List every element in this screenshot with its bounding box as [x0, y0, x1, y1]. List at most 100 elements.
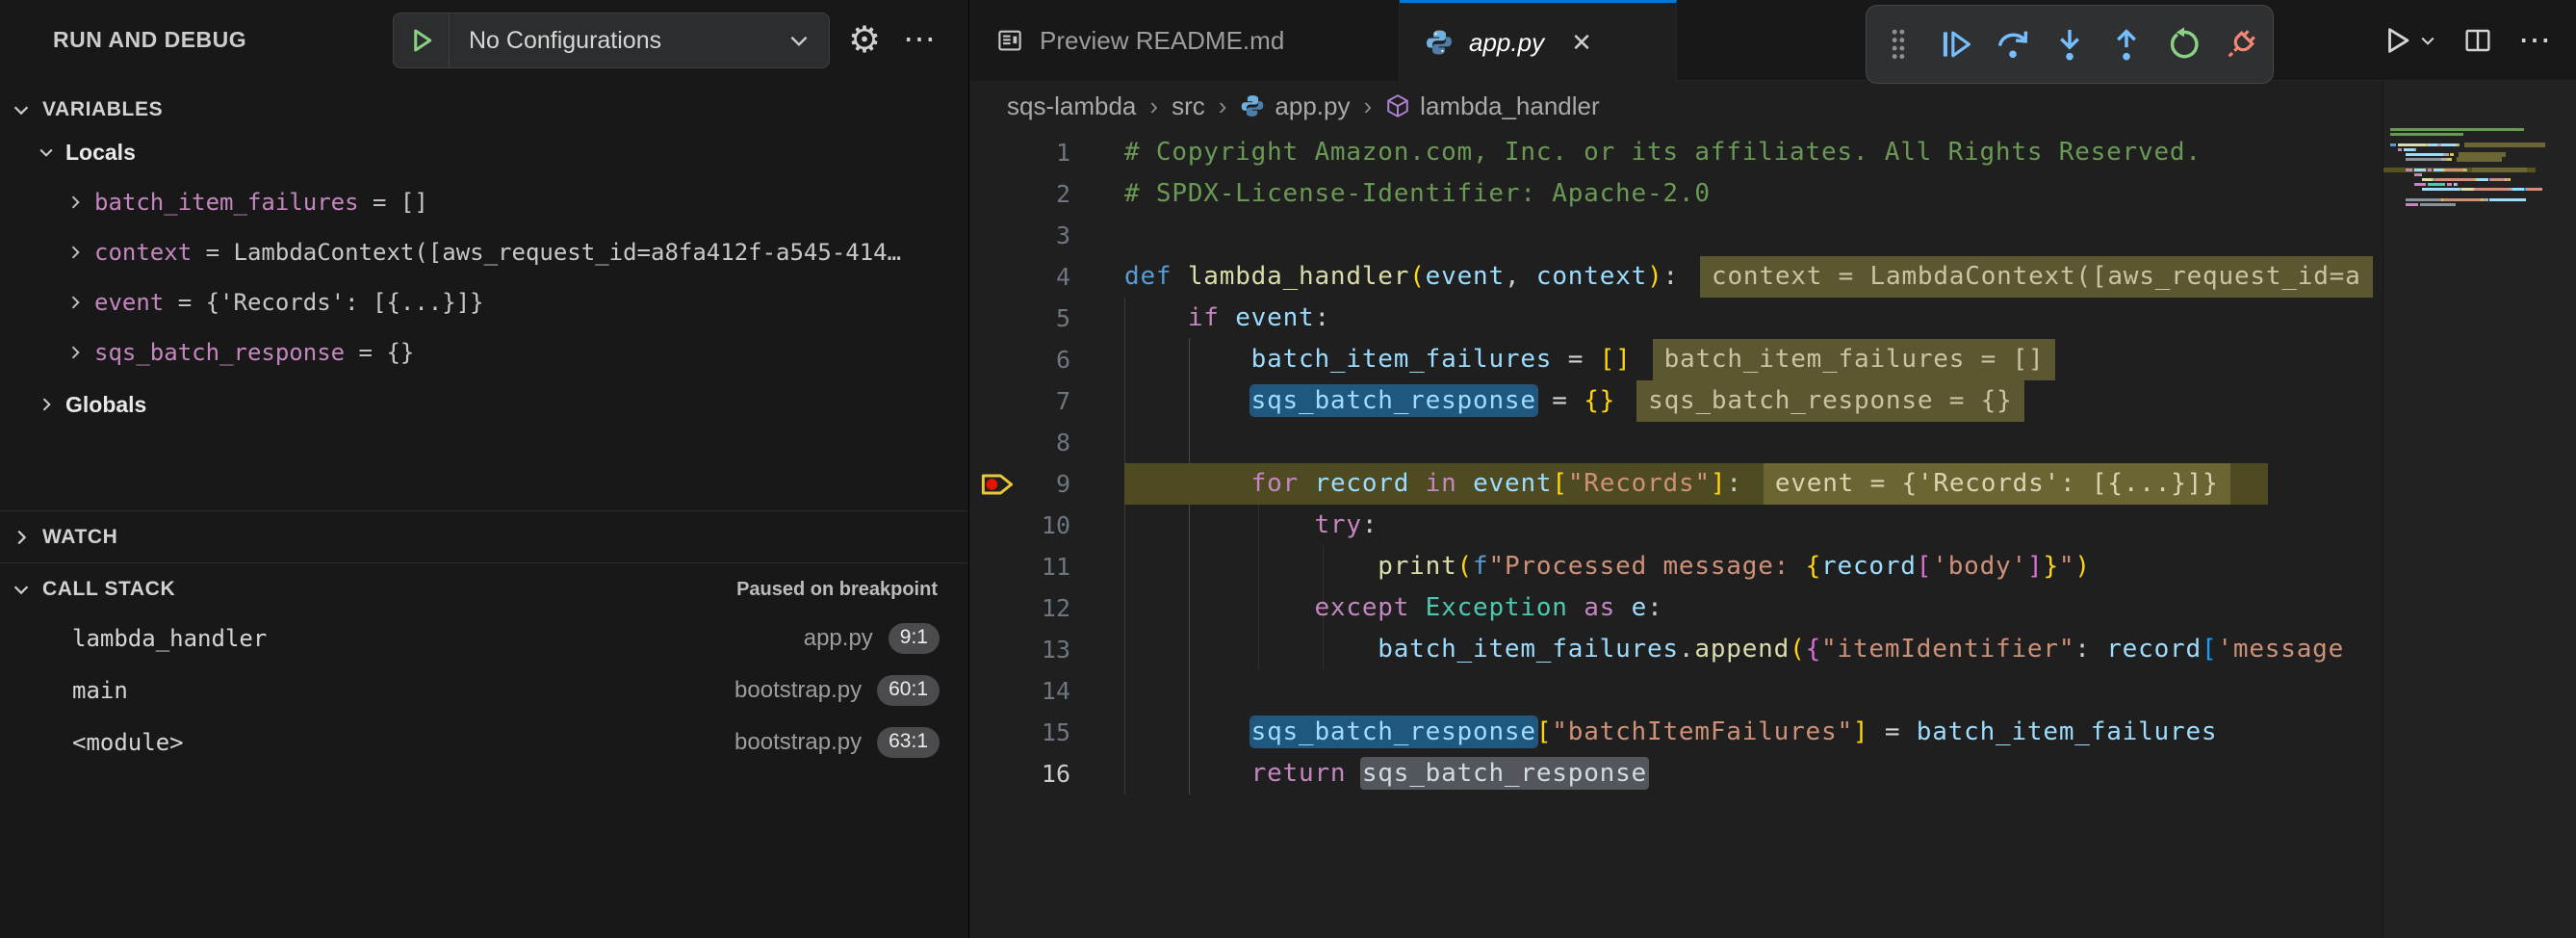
breakpoint-current-icon[interactable]	[976, 463, 1018, 505]
code-editor[interactable]: 1# Copyright Amazon.com, Inc. or its aff…	[970, 131, 2382, 938]
stack-frame-row[interactable]: <module> bootstrap.py 63:1	[0, 718, 968, 767]
inline-debug-value: context = LambdaContext([aws_request_id=…	[1700, 256, 2373, 298]
line-number[interactable]: 11	[970, 546, 1070, 587]
code-line[interactable]: 15 sqs_batch_response["batchItemFailures…	[970, 712, 2382, 753]
symbol-method-icon	[1385, 93, 1410, 118]
stack-frame-row[interactable]: main bootstrap.py 60:1	[0, 666, 968, 715]
code-line[interactable]: 12 except Exception as e:	[970, 587, 2382, 629]
code-line[interactable]: 2# SPDX-License-Identifier: Apache-2.0	[970, 173, 2382, 215]
disconnect-icon[interactable]	[2216, 15, 2266, 73]
line-number[interactable]: 7	[970, 380, 1070, 422]
split-editor-icon[interactable]	[2462, 25, 2493, 56]
variable-row[interactable]: batch_item_failures = []	[0, 179, 968, 225]
watch-section-header[interactable]: WATCH	[0, 518, 968, 557]
code-line[interactable]: 10 try:	[970, 505, 2382, 546]
gripper-icon[interactable]	[1873, 15, 1923, 73]
step-into-icon[interactable]	[2045, 15, 2095, 73]
variable-name: context	[94, 239, 192, 266]
variables-section-header[interactable]: VARIABLES	[0, 91, 968, 129]
code-line[interactable]: 5 if event:	[970, 298, 2382, 339]
code-line-text: sqs_batch_response = {}sqs_batch_respons…	[1124, 380, 2024, 422]
chevron-right-icon[interactable]	[56, 193, 94, 212]
minimap-line	[2383, 203, 2576, 206]
variable-name: event	[94, 289, 164, 316]
line-number[interactable]: 10	[970, 505, 1070, 546]
code-line[interactable]: 1# Copyright Amazon.com, Inc. or its aff…	[970, 132, 2382, 173]
variable-row[interactable]: event = {'Records': [{...}]}	[0, 279, 968, 326]
breadcrumb-folder[interactable]: sqs-lambda	[1007, 91, 1136, 121]
line-number[interactable]: 1	[970, 132, 1070, 173]
line-number[interactable]: 4	[970, 256, 1070, 298]
line-number[interactable]: 3	[970, 215, 1070, 256]
tab-app-py[interactable]: app.py ✕	[1400, 0, 1677, 82]
variable-row[interactable]: context = LambdaContext([aws_request_id=…	[0, 229, 968, 275]
more-actions-icon[interactable]: ⋯	[895, 12, 945, 67]
locals-scope-row[interactable]: Locals	[0, 129, 968, 175]
line-number[interactable]: 15	[970, 712, 1070, 753]
code-line[interactable]: 13 batch_item_failures.append({"itemIden…	[970, 629, 2382, 670]
close-icon[interactable]: ✕	[1571, 28, 1592, 58]
start-debug-icon[interactable]	[394, 13, 450, 67]
minimap-line	[2383, 194, 2576, 196]
paused-status-badge: Paused on breakpoint	[736, 570, 938, 609]
breadcrumb-file[interactable]: app.py	[1275, 91, 1350, 121]
breadcrumb-folder[interactable]: src	[1172, 91, 1205, 121]
line-number[interactable]: 6	[970, 339, 1070, 380]
breadcrumb-separator: ›	[1219, 91, 1227, 121]
step-out-icon[interactable]	[2101, 15, 2151, 73]
minimap-line	[2383, 138, 2576, 141]
code-line[interactable]: 14	[970, 670, 2382, 712]
minimap-line	[2383, 158, 2576, 161]
code-line[interactable]: 11 print(f"Processed message: {record['b…	[970, 546, 2382, 587]
gear-icon[interactable]: ⚙	[839, 12, 889, 67]
run-python-file-icon[interactable]	[2382, 24, 2437, 57]
minimap-line	[2383, 188, 2576, 191]
markdown-preview-icon	[995, 26, 1024, 55]
stack-frame-row[interactable]: lambda_handler app.py 9:1	[0, 614, 968, 663]
chevron-right-icon[interactable]	[56, 243, 94, 262]
line-number[interactable]: 14	[970, 670, 1070, 712]
line-number[interactable]: 13	[970, 629, 1070, 670]
chevron-right-icon[interactable]	[56, 343, 94, 362]
code-line[interactable]: 6 batch_item_failures = []batch_item_fai…	[970, 339, 2382, 380]
restart-icon[interactable]	[2159, 15, 2209, 73]
minimap-line	[2383, 153, 2576, 156]
code-line-text: if event:	[1124, 298, 1330, 339]
minimap-line	[2383, 169, 2576, 171]
chevron-down-icon	[0, 579, 42, 600]
chevron-right-icon[interactable]	[56, 293, 94, 312]
globals-scope-row[interactable]: Globals	[0, 381, 968, 428]
step-over-icon[interactable]	[1988, 15, 2038, 73]
line-number[interactable]: 16	[970, 753, 1070, 795]
code-line[interactable]: 3	[970, 215, 2382, 256]
breadcrumb-symbol[interactable]: lambda_handler	[1420, 91, 1599, 121]
code-line[interactable]: 7 sqs_batch_response = {}sqs_batch_respo…	[970, 380, 2382, 422]
line-number[interactable]: 5	[970, 298, 1070, 339]
frame-file: bootstrap.py	[734, 677, 862, 704]
frame-file: app.py	[804, 625, 873, 652]
editor-actions: ⋯	[2378, 0, 2576, 81]
inline-debug-value: batch_item_failures = []	[1653, 339, 2056, 380]
chevron-right-icon	[0, 527, 42, 548]
frame-file: bootstrap.py	[734, 729, 862, 756]
minimap-line	[2383, 163, 2576, 166]
code-line[interactable]: 8	[970, 422, 2382, 463]
variable-row[interactable]: sqs_batch_response = {}	[0, 329, 968, 376]
code-line-text: for record in event["Records"]:event = {…	[1124, 463, 2230, 505]
code-line-text: sqs_batch_response["batchItemFailures"] …	[1124, 712, 2217, 753]
code-line[interactable]: 9 for record in event["Records"]:event =…	[970, 463, 2382, 505]
line-number[interactable]: 12	[970, 587, 1070, 629]
debug-configuration-dropdown[interactable]: No Configurations	[393, 13, 830, 68]
more-actions-icon[interactable]: ⋯	[2518, 21, 2553, 60]
line-number[interactable]: 2	[970, 173, 1070, 215]
tab-preview-readme[interactable]: Preview README.md	[970, 0, 1400, 81]
minimap-line	[2383, 178, 2576, 181]
continue-icon[interactable]	[1931, 15, 1981, 73]
minimap[interactable]	[2383, 81, 2576, 938]
line-number[interactable]: 8	[970, 422, 1070, 463]
variable-value: LambdaContext([aws_request_id=a8fa412f-a…	[234, 239, 902, 266]
chevron-down-icon	[786, 28, 829, 53]
code-line[interactable]: 16 return sqs_batch_response	[970, 753, 2382, 795]
debug-configuration-label: No Configurations	[450, 27, 786, 55]
code-line[interactable]: 4def lambda_handler(event, context):cont…	[970, 256, 2382, 298]
